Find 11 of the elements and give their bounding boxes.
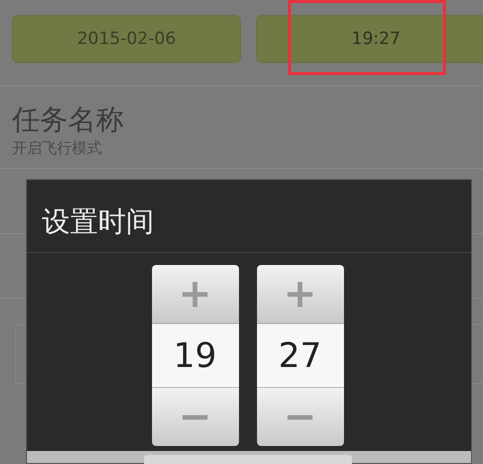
decrement-button[interactable]: − xyxy=(152,388,238,446)
decrement-button[interactable]: − xyxy=(256,388,344,446)
date-button[interactable]: 2015-02-06 xyxy=(12,15,241,63)
dialog-title: 设置时间 xyxy=(27,180,471,253)
increment-button[interactable]: + xyxy=(256,265,344,323)
increment-button[interactable]: + xyxy=(152,265,238,323)
minute-value: 27 xyxy=(256,323,344,388)
hour-value: 19 xyxy=(152,323,238,388)
time-button[interactable]: 19:27 xyxy=(256,15,483,63)
footer-button[interactable] xyxy=(144,455,352,464)
task-name-label: 任务名称 xyxy=(12,102,125,138)
